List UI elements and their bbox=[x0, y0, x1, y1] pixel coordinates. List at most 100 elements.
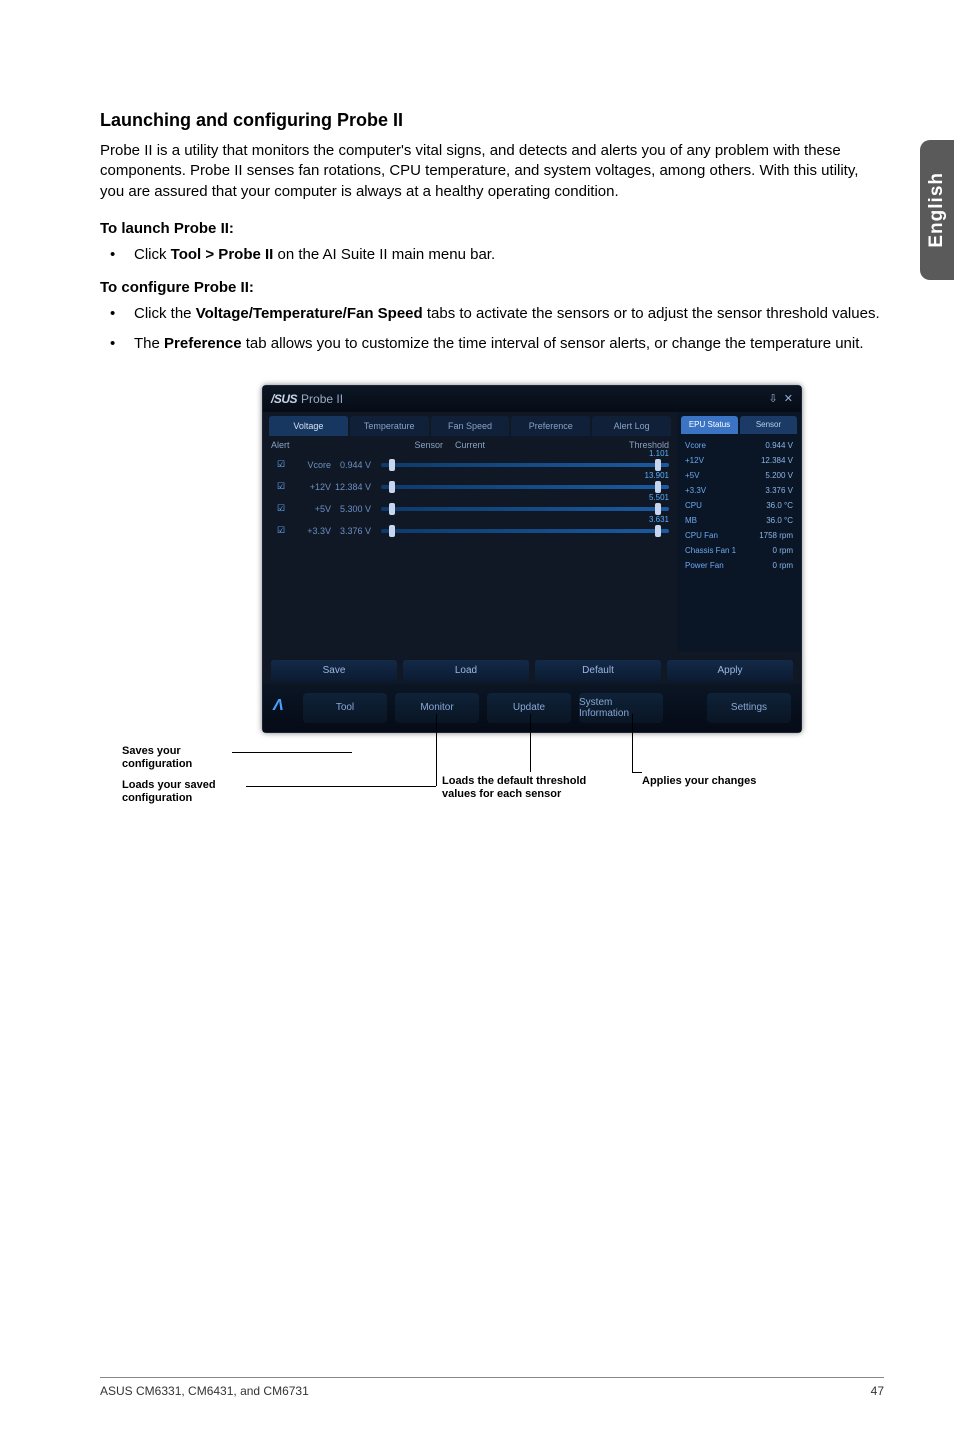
bottom-monitor[interactable]: Monitor bbox=[395, 693, 479, 723]
col-sensor: Sensor bbox=[293, 440, 449, 450]
callout-line bbox=[246, 786, 436, 787]
status-row: CPU36.0 °C bbox=[681, 498, 797, 513]
status-tab-epu[interactable]: EPU Status bbox=[681, 416, 738, 434]
tab-voltage[interactable]: Voltage bbox=[269, 416, 348, 436]
status-name: CPU Fan bbox=[685, 531, 718, 540]
text-bold: Preference bbox=[164, 335, 242, 352]
table-row: ☑ Vcore 0.944 V 1.101 bbox=[269, 454, 671, 476]
brand-logo: /SUS bbox=[271, 392, 297, 406]
status-value: 3.376 V bbox=[765, 486, 793, 495]
callout-apply: Applies your changes bbox=[642, 775, 762, 789]
threshold-slider[interactable]: 1.101 bbox=[381, 458, 669, 472]
status-row: +3.3V3.376 V bbox=[681, 483, 797, 498]
status-name: Power Fan bbox=[685, 561, 724, 570]
threshold-slider[interactable]: 5.501 bbox=[381, 502, 669, 516]
sensor-name: +5V bbox=[291, 504, 331, 514]
status-pane: EPU Status Sensor Vcore 0.944 V +12V 12.38… bbox=[677, 412, 801, 652]
status-value: 0 rpm bbox=[773, 546, 793, 555]
status-row: +12V 12.384 V bbox=[681, 453, 797, 468]
bottom-bar: Λ Tool Monitor Update System Information… bbox=[263, 684, 801, 732]
action-row: Save Load Default Apply bbox=[263, 652, 801, 688]
save-button[interactable]: Save bbox=[271, 660, 397, 682]
callout-default: Loads the default threshold values for e… bbox=[442, 775, 602, 803]
threshold-slider[interactable]: 13.901 bbox=[381, 480, 669, 494]
tab-fan-speed[interactable]: Fan Speed bbox=[431, 416, 510, 436]
list-item: Click Tool > Probe II on the AI Suite II… bbox=[130, 245, 884, 265]
status-value: 12.384 V bbox=[761, 456, 793, 465]
slider-value: 1.101 bbox=[649, 449, 669, 458]
sensor-tabs: Voltage Temperature Fan Speed Preference… bbox=[269, 416, 671, 436]
status-value: 0 rpm bbox=[773, 561, 793, 570]
tab-alert-log[interactable]: Alert Log bbox=[592, 416, 671, 436]
suite-logo-icon: Λ bbox=[273, 697, 295, 719]
footer-page-number: 47 bbox=[871, 1384, 884, 1398]
status-value: 0.944 V bbox=[765, 441, 793, 450]
callout-line bbox=[232, 752, 352, 753]
table-row: ☑ +3.3V 3.376 V 3.631 bbox=[269, 520, 671, 542]
intro-paragraph: Probe II is a utility that monitors the … bbox=[100, 141, 884, 202]
alert-checkbox[interactable]: ☑ bbox=[271, 503, 291, 514]
status-value: 1758 rpm bbox=[759, 531, 793, 540]
bottom-sysinfo[interactable]: System Information bbox=[579, 693, 663, 723]
window-controls: ⇩ ✕ bbox=[768, 392, 793, 405]
status-tab-sensor[interactable]: Sensor bbox=[740, 416, 797, 434]
config-subheading: To configure Probe II: bbox=[100, 279, 884, 296]
slider-value: 5.501 bbox=[649, 493, 669, 502]
callout-save: Saves your configuration bbox=[122, 745, 242, 773]
callout-load: Loads your saved configuration bbox=[122, 779, 262, 807]
status-row: +5V5.200 V bbox=[681, 468, 797, 483]
page-footer: ASUS CM6331, CM6431, and CM6731 47 bbox=[100, 1377, 884, 1398]
text-pre: Click bbox=[134, 246, 171, 263]
close-icon[interactable]: ✕ bbox=[784, 393, 793, 405]
status-name: +12V bbox=[685, 456, 704, 465]
text-bold: Tool > Probe II bbox=[171, 246, 274, 263]
table-row: ☑ +5V 5.300 V 5.501 bbox=[269, 498, 671, 520]
callout-line bbox=[632, 772, 642, 773]
text-post: tabs to activate the sensors or to adjus… bbox=[423, 305, 880, 322]
alert-checkbox[interactable]: ☑ bbox=[271, 481, 291, 492]
bottom-settings[interactable]: Settings bbox=[707, 693, 791, 723]
tab-preference[interactable]: Preference bbox=[511, 416, 590, 436]
sensor-name: Vcore bbox=[291, 460, 331, 470]
bottom-update[interactable]: Update bbox=[487, 693, 571, 723]
slider-value: 13.901 bbox=[645, 471, 669, 480]
sensor-current: 5.300 V bbox=[331, 504, 377, 514]
bottom-tool[interactable]: Tool bbox=[303, 693, 387, 723]
status-name: +5V bbox=[685, 471, 699, 480]
status-name: Chassis Fan 1 bbox=[685, 546, 736, 555]
status-row: Vcore 0.944 V bbox=[681, 438, 797, 453]
col-alert: Alert bbox=[271, 440, 311, 450]
titlebar: /SUS Probe II ⇩ ✕ bbox=[263, 386, 801, 412]
table-row: ☑ +12V 12.384 V 13.901 bbox=[269, 476, 671, 498]
col-current: Current bbox=[449, 440, 629, 450]
status-name: Vcore bbox=[685, 441, 706, 450]
probe-app-window: /SUS Probe II ⇩ ✕ Voltage Temperature Fa… bbox=[262, 385, 802, 733]
status-row: CPU Fan 1758 rpm bbox=[681, 528, 797, 543]
status-name: MB bbox=[685, 516, 697, 525]
language-label: English bbox=[926, 172, 948, 248]
language-side-tab: English bbox=[920, 140, 954, 280]
sensor-current: 3.376 V bbox=[331, 526, 377, 536]
table-header: Alert Sensor Current Threshold bbox=[269, 436, 671, 454]
slider-value: 3.631 bbox=[649, 515, 669, 524]
figure-wrapper: /SUS Probe II ⇩ ✕ Voltage Temperature Fa… bbox=[212, 385, 772, 805]
alert-checkbox[interactable]: ☑ bbox=[271, 459, 291, 470]
load-button[interactable]: Load bbox=[403, 660, 529, 682]
text-post: tab allows you to customize the time int… bbox=[242, 335, 864, 352]
minimize-icon[interactable]: ⇩ bbox=[768, 393, 777, 405]
tab-temperature[interactable]: Temperature bbox=[350, 416, 429, 436]
sensor-current: 12.384 V bbox=[331, 482, 377, 492]
threshold-slider[interactable]: 3.631 bbox=[381, 524, 669, 538]
default-button[interactable]: Default bbox=[535, 660, 661, 682]
launch-list: Click Tool > Probe II on the AI Suite II… bbox=[100, 245, 884, 265]
footer-left: ASUS CM6331, CM6431, and CM6731 bbox=[100, 1384, 309, 1398]
list-item: Click the Voltage/Temperature/Fan Speed … bbox=[130, 304, 884, 324]
status-row: Power Fan 0 rpm bbox=[681, 558, 797, 573]
window-title: Probe II bbox=[301, 392, 343, 406]
status-value: 36.0 °C bbox=[766, 501, 793, 510]
status-row: Chassis Fan 1 0 rpm bbox=[681, 543, 797, 558]
apply-button[interactable]: Apply bbox=[667, 660, 793, 682]
alert-checkbox[interactable]: ☑ bbox=[271, 525, 291, 536]
text-post: on the AI Suite II main menu bar. bbox=[273, 246, 495, 263]
sensor-name: +12V bbox=[291, 482, 331, 492]
